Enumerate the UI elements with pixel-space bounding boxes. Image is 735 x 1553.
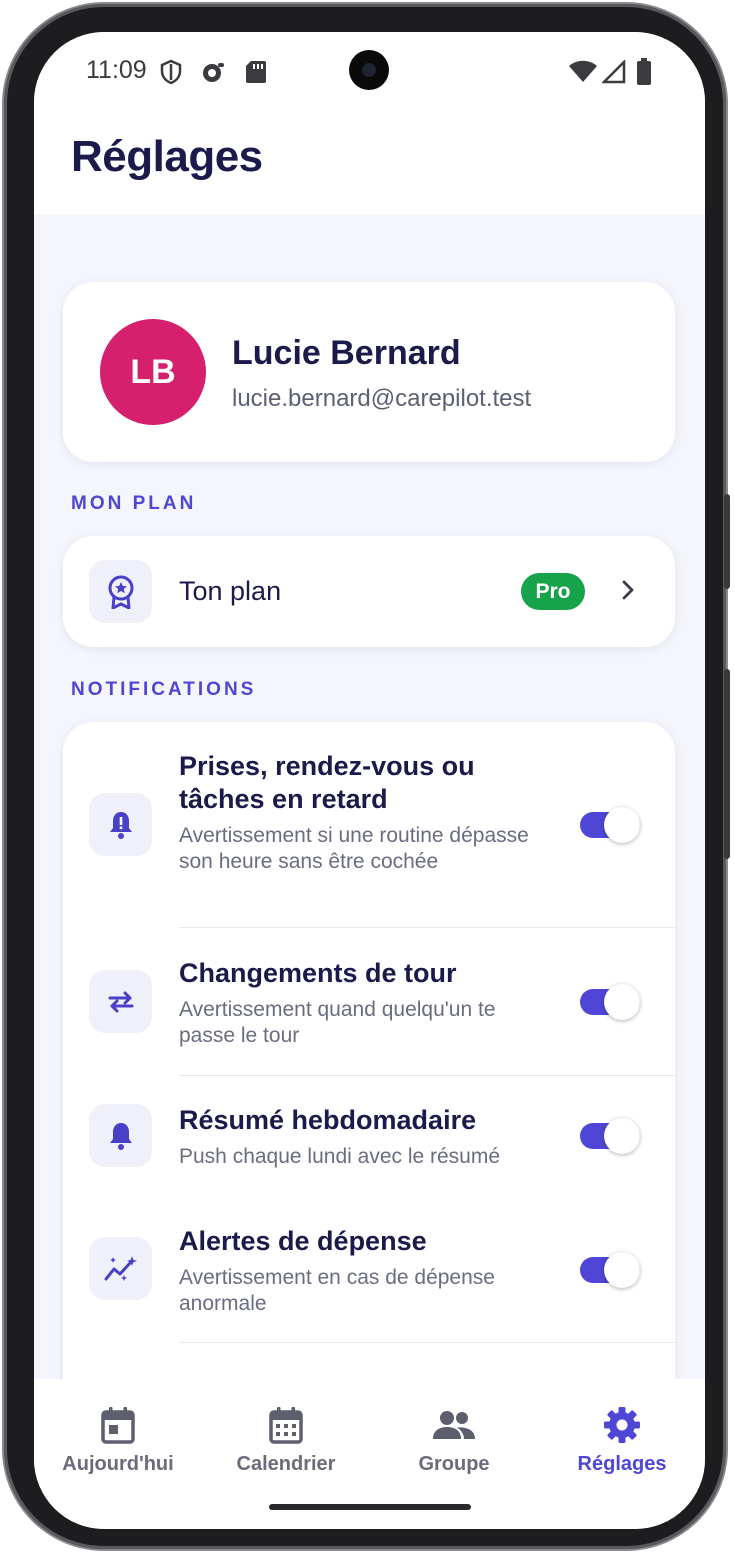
notification-icon-tile	[89, 970, 152, 1033]
plan-badge: Pro	[521, 573, 585, 610]
profile-card[interactable]: LB Lucie Bernard lucie.bernard@carepilot…	[63, 282, 675, 462]
nav-item-settings[interactable]: Réglages	[538, 1405, 705, 1476]
phone-frame: 11:09 Réglages LB Lucie Bernard lucie.be…	[4, 4, 730, 1549]
plan-icon-tile	[89, 560, 152, 623]
row-divider	[179, 1342, 675, 1343]
notification-toggle-overdue[interactable]	[580, 807, 644, 843]
page-header: Réglages	[34, 112, 705, 214]
nav-item-calendar[interactable]: Calendrier	[202, 1405, 370, 1476]
row-divider	[179, 1075, 675, 1076]
data-saver-icon	[203, 63, 224, 82]
toggle-thumb	[604, 1252, 640, 1288]
group-icon	[433, 1411, 475, 1439]
profile-email: lucie.bernard@carepilot.test	[232, 385, 532, 412]
notification-title: Changements de tour	[179, 958, 457, 988]
bell-alert-icon	[109, 811, 132, 839]
bell-icon	[109, 1122, 132, 1150]
notification-icon-tile	[89, 1104, 152, 1167]
section-label-notifications: NOTIFICATIONS	[71, 679, 257, 700]
notification-description: Avertissement si une routine dépasse son…	[179, 824, 529, 873]
chevron-right-icon	[622, 580, 634, 600]
volume-button	[724, 669, 730, 859]
cell-signal-icon	[602, 60, 626, 84]
bottom-navigation: Aujourd'hui Calendrier Groupe Réglages	[34, 1379, 705, 1529]
award-badge-icon	[108, 575, 133, 609]
shield-icon	[160, 59, 182, 85]
nav-item-group[interactable]: Groupe	[370, 1405, 538, 1476]
nav-label: Réglages	[577, 1453, 667, 1475]
swap-arrows-icon	[108, 991, 133, 1012]
section-label-plan: MON PLAN	[71, 493, 197, 514]
calendar-day-icon	[101, 1407, 135, 1444]
notification-toggle-turn-changes[interactable]	[580, 984, 644, 1020]
nav-label: Groupe	[418, 1453, 490, 1475]
wifi-icon	[569, 60, 597, 82]
nav-item-today[interactable]: Aujourd'hui	[34, 1405, 202, 1476]
notification-description: Avertissement quand quelqu'un te passe l…	[179, 998, 496, 1047]
notification-toggle-spending-alerts[interactable]	[580, 1252, 644, 1288]
notifications-card: Prises, rendez-vous ou tâches en retard …	[63, 722, 675, 1442]
toggle-thumb	[604, 984, 640, 1020]
status-time: 11:09	[86, 56, 147, 84]
notification-description: Push chaque lundi avec le résumé	[179, 1145, 501, 1168]
notification-title: Résumé hebdomadaire	[179, 1105, 477, 1135]
nav-label: Calendrier	[236, 1453, 336, 1475]
avatar: LB	[100, 319, 206, 425]
calendar-grid-icon	[269, 1407, 303, 1444]
row-divider	[179, 927, 675, 928]
front-camera	[349, 50, 389, 90]
status-bar: 11:09	[34, 32, 705, 112]
battery-icon	[637, 58, 651, 85]
home-indicator[interactable]	[269, 1504, 471, 1510]
toggle-thumb	[604, 807, 640, 843]
notification-title: Prises, rendez-vous ou tâches en retard	[179, 751, 475, 814]
notification-icon-tile	[89, 793, 152, 856]
sd-card-icon	[246, 61, 266, 83]
plan-label: Ton plan	[179, 576, 282, 606]
notification-icon-tile	[89, 1237, 152, 1300]
plan-row[interactable]: Ton plan Pro	[63, 536, 675, 647]
page-title: Réglages	[71, 132, 263, 181]
notification-title: Alertes de dépense	[179, 1226, 427, 1256]
gear-icon	[604, 1407, 640, 1443]
notification-description: Avertissement en cas de dépense anormale	[179, 1266, 495, 1315]
notification-toggle-weekly-summary[interactable]	[580, 1118, 644, 1154]
toggle-thumb	[604, 1118, 640, 1154]
sparkle-chart-icon	[104, 1255, 137, 1281]
power-button	[724, 494, 730, 589]
nav-label: Aujourd'hui	[62, 1453, 174, 1475]
profile-name: Lucie Bernard	[232, 334, 461, 372]
screen: 11:09 Réglages LB Lucie Bernard lucie.be…	[34, 32, 705, 1529]
